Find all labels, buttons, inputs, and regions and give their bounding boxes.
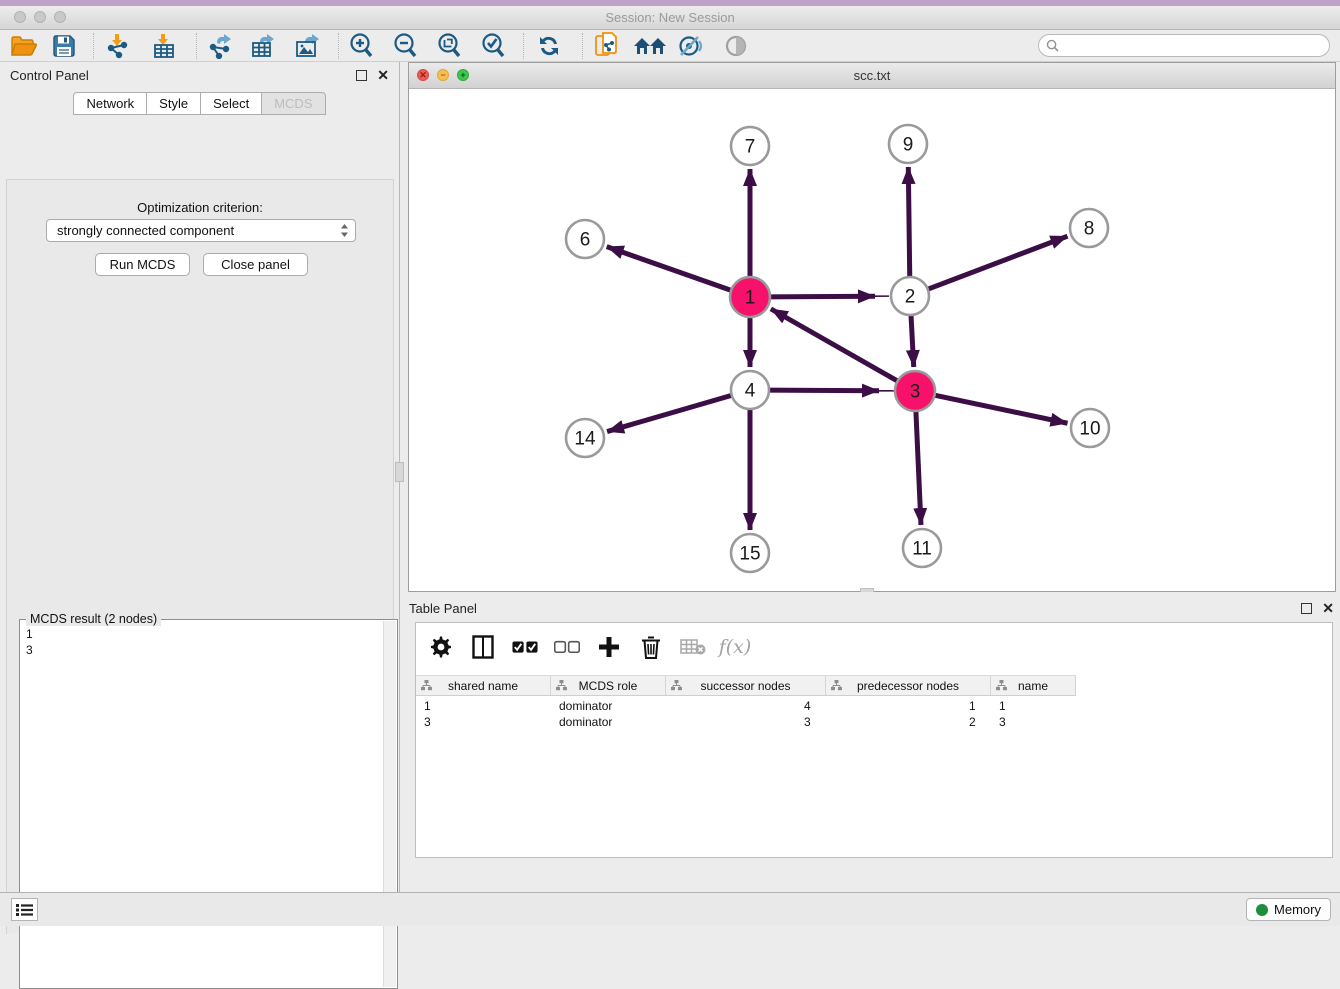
task-history-button[interactable] [11, 898, 38, 921]
table-toolbar: f(x) [416, 623, 1332, 671]
table-column-header: shared nameMCDS rolesuccessor nodesprede… [416, 675, 1076, 696]
float-panel-icon[interactable] [356, 70, 367, 81]
table-cell: 1 [424, 699, 431, 713]
table-row[interactable]: 3 dominator 3 2 3 [416, 713, 1076, 730]
graph-node-label: 9 [903, 135, 914, 156]
network-window-title: scc.txt [409, 68, 1335, 83]
search-box[interactable] [1038, 34, 1330, 57]
graph-node-label: 11 [912, 539, 932, 560]
settings-gear-icon[interactable] [428, 634, 454, 660]
first-neighbors-icon[interactable] [632, 32, 668, 60]
tab-network[interactable]: Network [73, 92, 146, 115]
table-float-panel-icon[interactable] [1301, 603, 1312, 614]
open-session-icon[interactable] [10, 32, 38, 60]
close-panel-icon[interactable]: ✕ [377, 70, 389, 81]
graph-node-label: 15 [739, 544, 760, 565]
export-image-icon[interactable] [294, 32, 322, 60]
main-toolbar [0, 30, 1340, 62]
save-session-icon[interactable] [50, 32, 78, 60]
import-table-icon[interactable] [150, 32, 178, 60]
memory-status-icon [1256, 904, 1268, 916]
network-window-titlebar: ✕ − + scc.txt [409, 63, 1335, 89]
graph-node-label: 2 [905, 287, 916, 308]
mcds-result-title: MCDS result (2 nodes) [26, 612, 161, 626]
select-stepper-icon [340, 223, 349, 238]
add-column-icon[interactable] [596, 634, 622, 660]
table-cell: dominator [559, 715, 612, 729]
mcds-result-box: MCDS result (2 nodes) 1 3 [19, 619, 398, 989]
control-panel-title: Control Panel [10, 68, 356, 83]
node-table: f(x) shared nameMCDS rolesuccessor nodes… [415, 622, 1333, 858]
table-cell: 3 [424, 715, 431, 729]
column-header-successor-nodes[interactable]: successor nodes [666, 676, 826, 695]
column-header-shared-name[interactable]: shared name [416, 676, 551, 695]
table-cell: 3 [999, 715, 1006, 729]
control-panel: Control Panel ✕ Network Style Select MCD… [0, 62, 400, 892]
table-cell: dominator [559, 699, 612, 713]
control-panel-tabs: Network Style Select MCDS [0, 92, 399, 115]
zoom-selected-icon[interactable] [479, 32, 507, 60]
optimization-criterion-label: Optimization criterion: [7, 200, 393, 215]
memory-label: Memory [1274, 902, 1321, 917]
graph-node-label: 1 [745, 288, 756, 309]
graph-node-label: 8 [1084, 219, 1095, 240]
tab-mcds[interactable]: MCDS [261, 92, 325, 115]
search-input[interactable] [1063, 39, 1329, 53]
app-titlebar: Session: New Session [0, 6, 1340, 30]
graph-node-label: 3 [910, 382, 921, 403]
close-panel-button[interactable]: Close panel [203, 253, 308, 276]
graph-node-label: 4 [745, 381, 756, 402]
tab-style[interactable]: Style [146, 92, 200, 115]
status-bar: Memory [0, 892, 1340, 926]
table-row[interactable]: 1 dominator 4 1 1 [416, 697, 1076, 714]
column-header-MCDS-role[interactable]: MCDS role [551, 676, 666, 695]
zoom-out-icon[interactable] [391, 32, 419, 60]
mcds-panel: Optimization criterion: strongly connect… [6, 179, 394, 934]
unselect-all-icon[interactable] [554, 634, 580, 660]
graph-node-label: 10 [1079, 419, 1100, 440]
zoom-in-icon[interactable] [347, 32, 375, 60]
delete-column-icon[interactable] [638, 634, 664, 660]
table-cell: 3 [804, 715, 811, 729]
table-cell: 1 [969, 699, 976, 713]
table-panel: Table Panel ✕ [401, 592, 1340, 892]
export-network-icon[interactable] [206, 32, 234, 60]
table-panel-title: Table Panel [409, 601, 1301, 616]
table-cell: 2 [969, 715, 976, 729]
graph-node-label: 6 [580, 230, 591, 251]
delete-table-icon[interactable] [680, 634, 706, 660]
graph-node-label: 7 [745, 137, 756, 158]
zoom-fit-icon[interactable] [435, 32, 463, 60]
export-table-icon[interactable] [250, 32, 278, 60]
mcds-result-text: 1 3 [26, 626, 33, 658]
show-all-icon[interactable] [722, 32, 750, 60]
tab-select[interactable]: Select [200, 92, 261, 115]
column-header-name[interactable]: name [991, 676, 1076, 695]
function-builder-icon[interactable]: f(x) [722, 634, 748, 660]
run-mcds-button[interactable]: Run MCDS [95, 253, 190, 276]
task-list-icon [16, 903, 33, 917]
memory-button[interactable]: Memory [1246, 898, 1331, 921]
clone-network-icon[interactable] [592, 32, 620, 60]
select-all-icon[interactable] [512, 634, 538, 660]
vertical-splitter-handle[interactable] [395, 462, 404, 482]
hide-selected-icon[interactable] [677, 32, 705, 60]
search-icon [1046, 39, 1059, 52]
optimization-criterion-value: strongly connected component [57, 223, 340, 238]
table-cell: 1 [999, 699, 1006, 713]
show-columns-icon[interactable] [470, 634, 496, 660]
control-panel-header: Control Panel ✕ [0, 62, 399, 88]
mcds-result-scrollbar[interactable] [383, 621, 396, 987]
table-close-panel-icon[interactable]: ✕ [1322, 603, 1334, 614]
refresh-icon[interactable] [535, 32, 563, 60]
table-cell: 4 [804, 699, 811, 713]
graph-node-label: 14 [574, 429, 596, 450]
network-graph-canvas[interactable]: 7 9 6 8 1 2 4 3 14 10 15 11 [409, 89, 1335, 591]
window-title: Session: New Session [0, 10, 1340, 25]
table-panel-header: Table Panel ✕ [409, 597, 1334, 619]
network-window: ✕ − + scc.txt 7 9 6 8 1 2 4 3 14 10 15 11 [408, 62, 1336, 592]
column-header-predecessor-nodes[interactable]: predecessor nodes [826, 676, 991, 695]
import-network-icon[interactable] [104, 32, 132, 60]
optimization-criterion-select[interactable]: strongly connected component [46, 219, 356, 242]
